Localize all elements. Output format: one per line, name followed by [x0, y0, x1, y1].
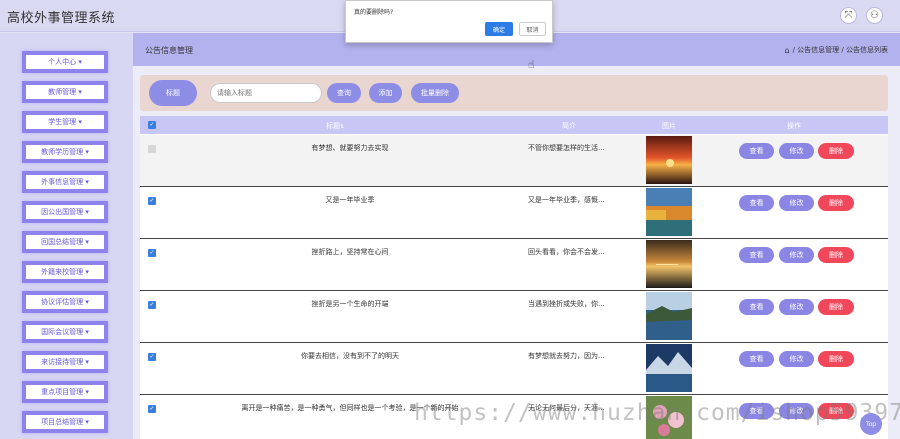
row-checkbox[interactable]: ✓ [148, 197, 156, 205]
sidebar: 个人中心 ▾ 教师管理 ▾ 学生管理 ▾ 教师学历管理 ▾ 外事信息管理 ▾ 因… [0, 33, 133, 439]
edit-button[interactable]: 修改 [779, 195, 814, 211]
sidebar-item-teachers[interactable]: 教师管理 ▾ [22, 81, 108, 103]
watermark: https://www.huzhan.com/ishop59397 [414, 400, 900, 426]
home-icon[interactable]: ⌂ [785, 46, 790, 55]
back-to-top-button[interactable]: Top [860, 413, 882, 435]
row-checkbox[interactable] [148, 145, 156, 153]
row-title: 又是一年毕业季 [325, 196, 375, 204]
sidebar-item-return-summary[interactable]: 回国总结管理 ▾ [22, 231, 108, 253]
column-title: 标题⇅ [326, 122, 345, 130]
table-row: ✓ 你要去相信，没有到不了的明天 有梦想就去努力，因为... 查看 修改 删除 [140, 343, 888, 395]
table-row: ✓ 又是一年毕业季 又是一年毕业季，感慨... 查看 修改 删除 [140, 187, 888, 239]
edit-button[interactable]: 修改 [779, 351, 814, 367]
row-checkbox[interactable]: ✓ [148, 301, 156, 309]
sidebar-item-project-summary[interactable]: 项目总结管理 ▾ [22, 411, 108, 433]
row-title: 有梦想、就要努力去实现 [311, 144, 389, 152]
view-button[interactable]: 查看 [739, 351, 774, 367]
dialog-message: 真的要删除吗? [354, 9, 394, 16]
breadcrumb: ⌂ / 公告信息管理 / 公告信息列表 [785, 45, 888, 55]
sidebar-item-students[interactable]: 学生管理 ▾ [22, 111, 108, 133]
main-content: 公告信息管理 ⌂ / 公告信息管理 / 公告信息列表 标题 查询 添加 批量删除… [133, 33, 900, 439]
table-row: 有梦想、就要努力去实现 不管你想要怎样的生活... 查看 修改 删除 [140, 135, 888, 187]
row-desc: 回头看看，你会不会发... [528, 248, 605, 256]
confirm-dialog: 真的要删除吗? 确定 取消 [345, 0, 553, 43]
row-desc: 又是一年毕业季，感慨... [528, 196, 605, 204]
delete-button[interactable]: 删除 [818, 247, 854, 263]
table-header: ✓ 标题⇅ 简介 图片 操作 [140, 116, 888, 134]
delete-button[interactable]: 删除 [818, 299, 854, 315]
view-button[interactable]: 查看 [739, 299, 774, 315]
batch-delete-button[interactable]: 批量删除 [411, 83, 459, 103]
autumn-lake-image [646, 188, 692, 236]
confirm-cancel-button[interactable]: 取消 [519, 22, 546, 36]
sea-sunset-image [646, 240, 692, 288]
view-button[interactable]: 查看 [739, 247, 774, 263]
search-bar: 标题 查询 添加 批量删除 [140, 75, 888, 111]
view-button[interactable]: 查看 [739, 143, 774, 159]
page-title: 公告信息管理 [145, 46, 193, 55]
sidebar-item-intl-conference[interactable]: 国际会议管理 ▾ [22, 321, 108, 343]
sidebar-item-personal-center[interactable]: 个人中心 ▾ [22, 51, 108, 73]
edit-button[interactable]: 修改 [779, 143, 814, 159]
view-button[interactable]: 查看 [739, 195, 774, 211]
delete-button[interactable]: 删除 [818, 143, 854, 159]
sidebar-item-key-projects[interactable]: 重点项目管理 ▾ [22, 381, 108, 403]
table-row: ✓ 挫折路上，坚持常在心间 回头看看，你会不会发... 查看 修改 删除 [140, 239, 888, 291]
table-row: ✓ 挫折是另一个生命的开端 当遇到挫折或失败，你... 查看 修改 删除 [140, 291, 888, 343]
notice-table: ✓ 标题⇅ 简介 图片 操作 有梦想、就要努力去实现 不管你想要怎样的生活...… [140, 116, 888, 439]
row-title: 挫折路上，坚持常在心间 [311, 248, 389, 256]
sidebar-item-foreign-visits[interactable]: 外籍来校管理 ▾ [22, 261, 108, 283]
row-checkbox[interactable]: ✓ [148, 353, 156, 361]
select-all-checkbox[interactable]: ✓ [148, 121, 156, 129]
edit-button[interactable]: 修改 [779, 299, 814, 315]
hand-cursor-icon: ☝ [528, 58, 535, 71]
search-input[interactable] [210, 83, 322, 103]
sidebar-item-official-abroad[interactable]: 因公出国管理 ▾ [22, 201, 108, 223]
delete-button[interactable]: 删除 [818, 195, 854, 211]
confirm-ok-button[interactable]: 确定 [485, 22, 513, 36]
user-icon[interactable]: ⚇ [866, 7, 883, 24]
column-desc: 简介 [562, 122, 576, 130]
row-checkbox[interactable]: ✓ [148, 405, 156, 413]
row-title: 你要去相信，没有到不了的明天 [301, 352, 399, 360]
column-action: 操作 [787, 122, 801, 130]
row-desc: 有梦想就去努力，因为... [528, 352, 605, 360]
sidebar-item-agreement-eval[interactable]: 协议评估管理 ▾ [22, 291, 108, 313]
row-desc: 不管你想要怎样的生活... [528, 144, 605, 152]
sunset-clouds-image [646, 136, 692, 184]
breadcrumb-path: / 公告信息管理 / 公告信息列表 [792, 46, 888, 54]
mountain-lake-image [646, 344, 692, 392]
delete-button[interactable]: 删除 [818, 351, 854, 367]
coastal-island-image [646, 292, 692, 340]
sidebar-item-teacher-education[interactable]: 教师学历管理 ▾ [22, 141, 108, 163]
edit-button[interactable]: 修改 [779, 247, 814, 263]
sidebar-item-visitor-reception[interactable]: 来访接待管理 ▾ [22, 351, 108, 373]
expand-icon[interactable]: ⤧ [840, 7, 857, 24]
add-button[interactable]: 添加 [369, 83, 402, 103]
sidebar-item-foreign-affairs[interactable]: 外事信息管理 ▾ [22, 171, 108, 193]
title-label: 标题 [149, 80, 197, 106]
row-title: 挫折是另一个生命的开端 [311, 300, 389, 308]
app-title: 高校外事管理系统 [7, 11, 116, 26]
column-image: 图片 [662, 122, 676, 130]
row-checkbox[interactable]: ✓ [148, 249, 156, 257]
row-desc: 当遇到挫折或失败，你... [528, 300, 605, 308]
query-button[interactable]: 查询 [327, 83, 361, 103]
